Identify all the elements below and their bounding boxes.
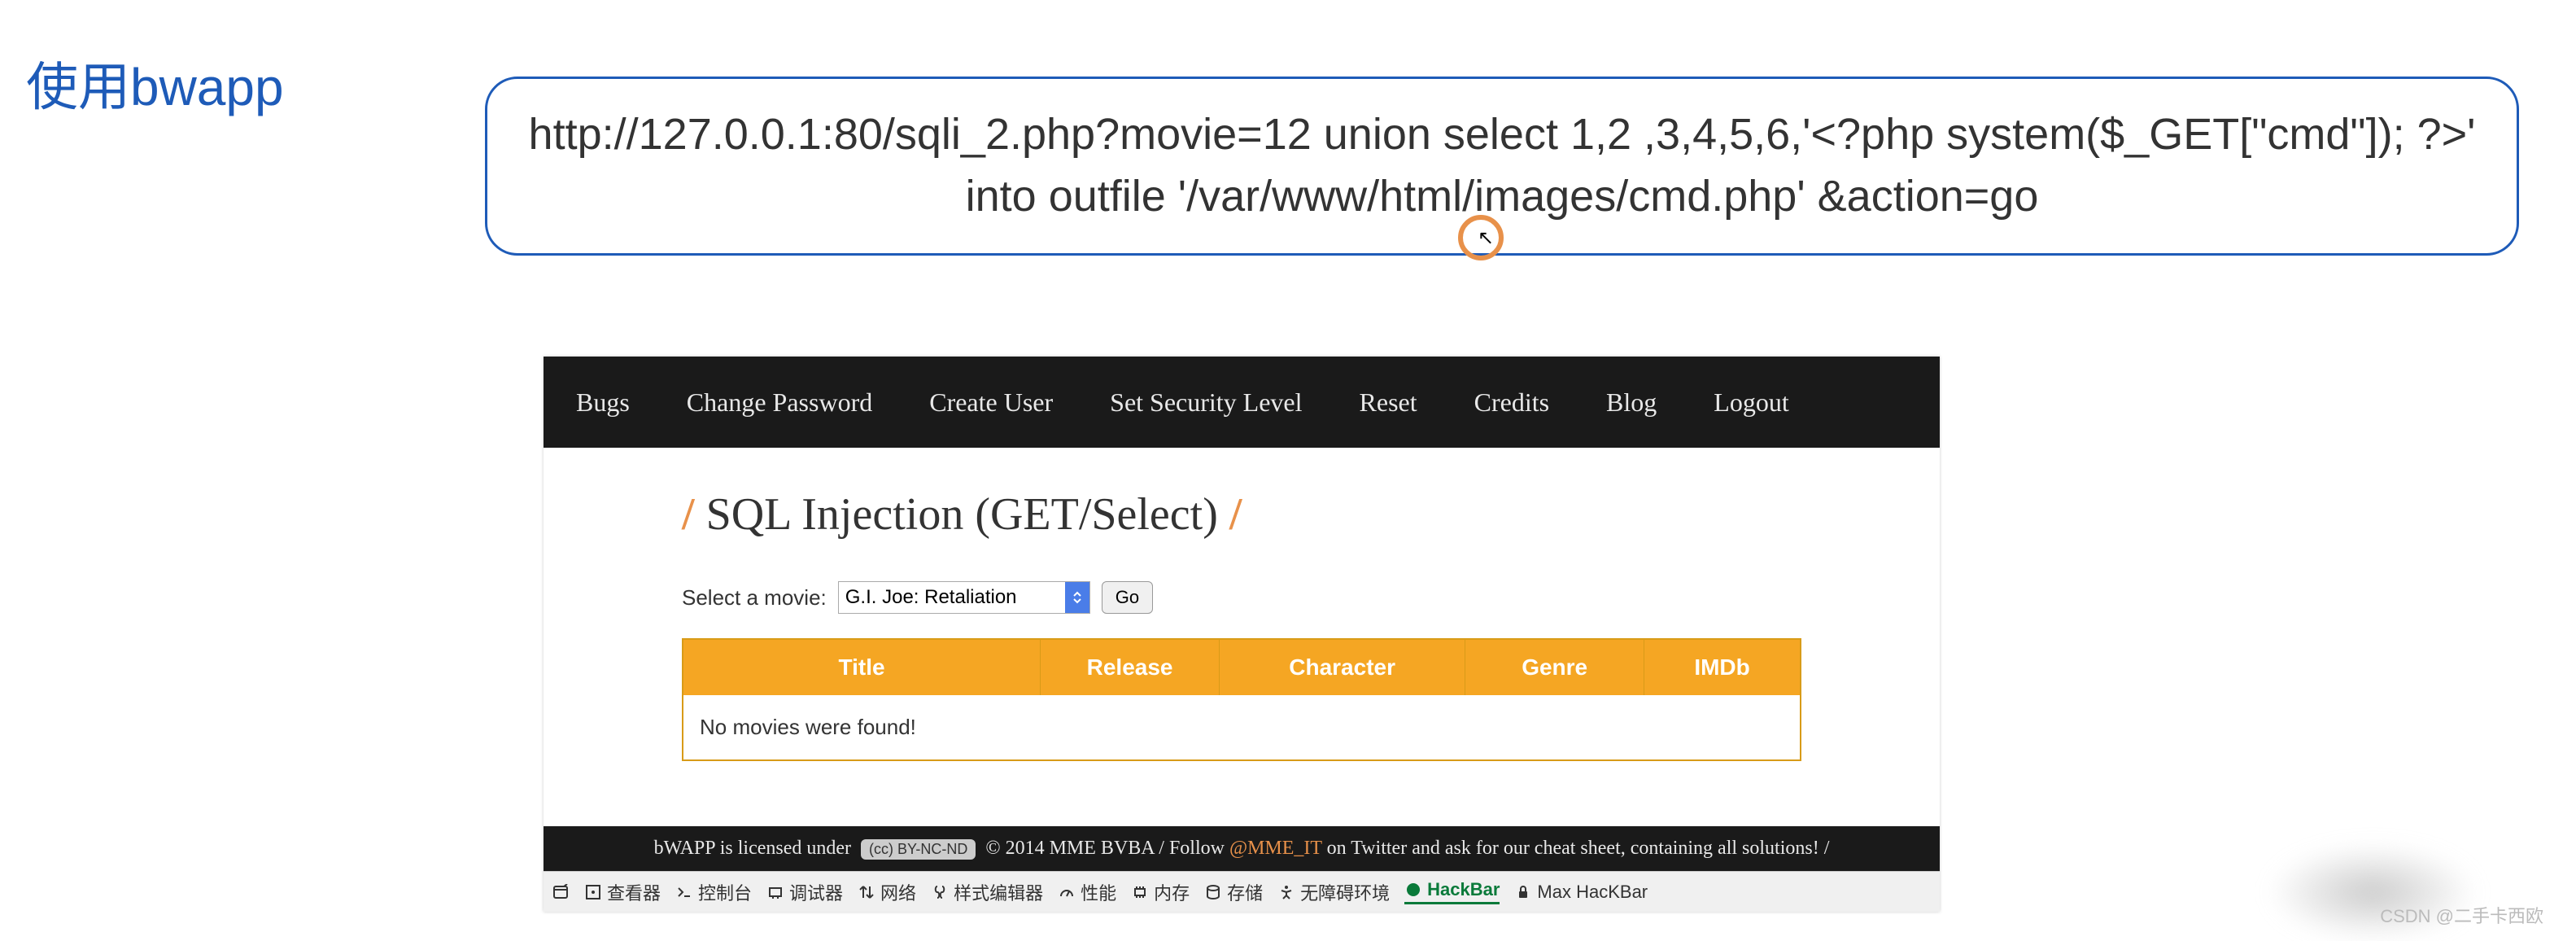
hackbar-icon — [1404, 881, 1422, 899]
devtools-accessibility-label: 无障碍环境 — [1300, 879, 1390, 905]
devtools-debugger-label: 调试器 — [789, 879, 843, 905]
devtools-debugger[interactable]: 调试器 — [766, 879, 843, 905]
movie-select-row: Select a movie: G.I. Joe: Retaliation Go — [682, 581, 1801, 614]
movie-select[interactable]: G.I. Joe: Retaliation — [838, 581, 1090, 614]
memory-icon — [1131, 883, 1149, 901]
no-results-message: No movies were found! — [683, 695, 1801, 760]
devtools-bar: 查看器 控制台 调试器 网络 样式编辑器 性能 内存 存储 — [544, 871, 1940, 912]
movie-select-value: G.I. Joe: Retaliation — [845, 586, 1017, 609]
watermark: CSDN @二手卡西欧 — [2380, 902, 2543, 928]
devtools-hackbar-label: HackBar — [1427, 879, 1500, 900]
col-imdb: IMDb — [1644, 639, 1801, 695]
footer-mid: © 2014 MME BVBA / Follow — [985, 838, 1225, 859]
heading-slash-left: / — [682, 489, 695, 540]
devtools-style-label: 样式编辑器 — [954, 879, 1043, 905]
nav-bugs[interactable]: Bugs — [576, 387, 630, 418]
style-icon — [931, 883, 949, 901]
cursor-highlight-ring — [1458, 215, 1504, 260]
go-button[interactable]: Go — [1102, 581, 1153, 614]
nav-reset[interactable]: Reset — [1360, 387, 1417, 418]
devtools-performance[interactable]: 性能 — [1058, 879, 1116, 905]
table-header-row: Title Release Character Genre IMDb — [683, 639, 1801, 695]
inspector-icon — [584, 883, 602, 901]
content-area: / SQL Injection (GET/Select) / Select a … — [544, 448, 1940, 826]
debugger-icon — [766, 883, 784, 901]
network-icon — [858, 883, 875, 901]
heading-slash-right: / — [1229, 489, 1242, 540]
devtools-memory-label: 内存 — [1154, 879, 1190, 905]
nav-change-password[interactable]: Change Password — [687, 387, 872, 418]
footer-bar: bWAPP is licensed under (cc) BY-NC-ND © … — [544, 826, 1940, 871]
devtools-maxhackbar[interactable]: Max HacKBar — [1514, 882, 1648, 903]
footer-suffix: on Twitter and ask for our cheat sheet, … — [1327, 838, 1830, 859]
chevron-updown-icon — [1065, 582, 1089, 613]
devtools-toggle[interactable] — [552, 883, 570, 901]
devtools-accessibility[interactable]: 无障碍环境 — [1277, 879, 1390, 905]
devtools-storage-label: 存储 — [1227, 879, 1263, 905]
col-character: Character — [1220, 639, 1465, 695]
footer-twitter-handle[interactable]: @MME_IT — [1229, 838, 1322, 859]
col-genre: Genre — [1465, 639, 1644, 695]
storage-icon — [1204, 883, 1222, 901]
devtools-performance-label: 性能 — [1081, 879, 1116, 905]
console-icon — [675, 883, 693, 901]
devtools-inspector[interactable]: 查看器 — [584, 879, 661, 905]
movie-select-label: Select a movie: — [682, 585, 827, 611]
results-table: Title Release Character Genre IMDb No mo… — [682, 638, 1801, 761]
url-payload-text: http://127.0.0.1:80/sqli_2.php?movie=12 … — [520, 104, 2484, 227]
nav-credits[interactable]: Credits — [1474, 387, 1549, 418]
slide-title: 使用bwapp — [26, 46, 284, 120]
heading-text: SQL Injection (GET/Select) — [706, 489, 1218, 540]
navbar: Bugs Change Password Create User Set Sec… — [544, 357, 1940, 448]
devtools-style[interactable]: 样式编辑器 — [931, 879, 1043, 905]
col-release: Release — [1041, 639, 1220, 695]
nav-set-security-level[interactable]: Set Security Level — [1110, 387, 1302, 418]
page-heading: / SQL Injection (GET/Select) / — [682, 488, 1801, 541]
devtools-network[interactable]: 网络 — [858, 879, 916, 905]
lock-icon — [1514, 883, 1532, 901]
devtools-console-label: 控制台 — [698, 879, 752, 905]
footer-prefix: bWAPP is licensed under — [654, 838, 851, 859]
devtools-maxhackbar-label: Max HacKBar — [1537, 882, 1648, 903]
nav-blog[interactable]: Blog — [1606, 387, 1657, 418]
devtools-network-label: 网络 — [880, 879, 916, 905]
window-icon — [552, 883, 570, 901]
a11y-icon — [1277, 883, 1295, 901]
devtools-storage[interactable]: 存储 — [1204, 879, 1263, 905]
bwapp-window: Bugs Change Password Create User Set Sec… — [544, 357, 1940, 912]
table-empty-row: No movies were found! — [683, 695, 1801, 760]
perf-icon — [1058, 883, 1076, 901]
devtools-console[interactable]: 控制台 — [675, 879, 752, 905]
nav-logout[interactable]: Logout — [1714, 387, 1788, 418]
devtools-memory[interactable]: 内存 — [1131, 879, 1190, 905]
nav-create-user[interactable]: Create User — [929, 387, 1053, 418]
devtools-hackbar[interactable]: HackBar — [1404, 879, 1500, 904]
col-title: Title — [683, 639, 1041, 695]
devtools-inspector-label: 查看器 — [607, 879, 661, 905]
cc-badge-icon: (cc) BY-NC-ND — [861, 839, 976, 860]
